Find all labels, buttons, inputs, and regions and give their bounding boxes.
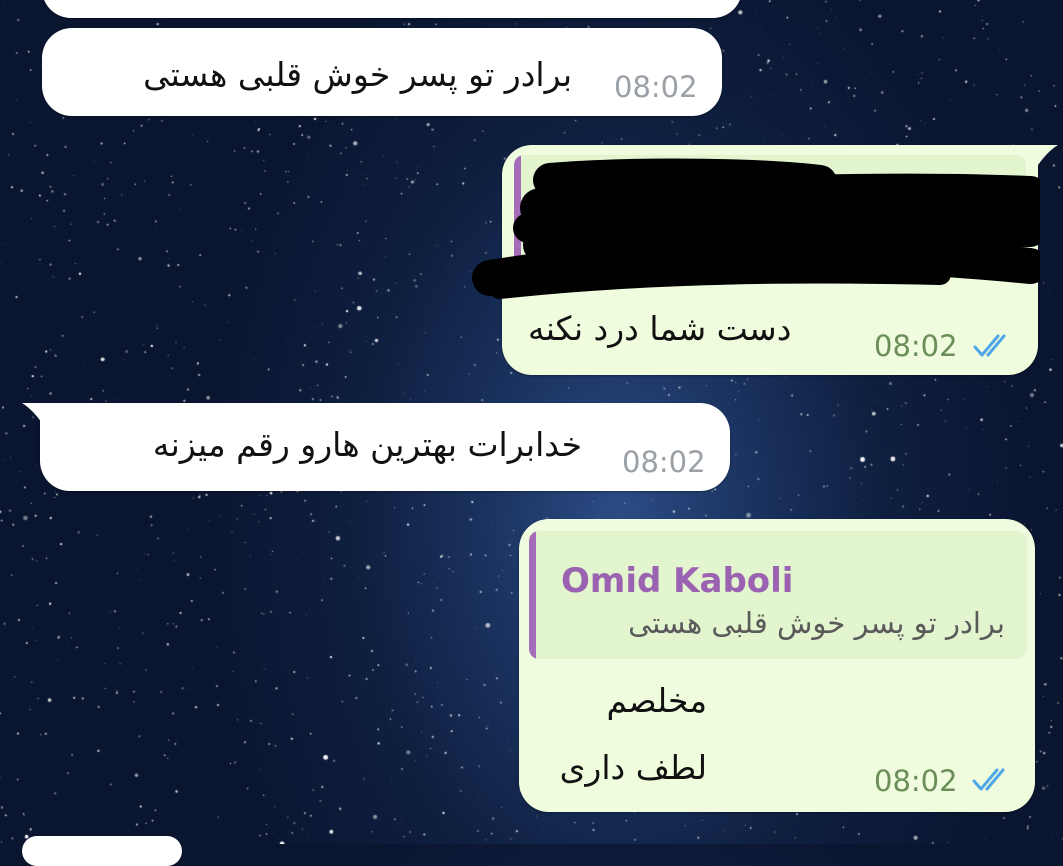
double-check-icon xyxy=(973,334,1006,357)
message-time: 08:02 xyxy=(874,329,958,363)
bubble-tail xyxy=(22,403,54,423)
double-check-icon xyxy=(972,768,1005,791)
reply-author: Omid Kaboli xyxy=(561,561,794,601)
message-text: خدابرات بهترین هارو رقم میزنه xyxy=(152,425,582,464)
message-bubble-incoming[interactable]: برادر تو پسر خوش قلبی هستی 08:02 xyxy=(42,28,722,116)
message-text: دست شما درد نکنه xyxy=(528,309,792,348)
message-bubble-partial[interactable] xyxy=(22,836,182,866)
message-time: 08:02 xyxy=(622,445,706,479)
message-text: برادر تو پسر خوش قلبی هستی xyxy=(143,55,572,94)
reply-text: برادر تو پسر خوش قلبی هستی xyxy=(628,606,1005,640)
message-bubble-incoming[interactable]: خدابرات بهترین هارو رقم میزنه 08:02 xyxy=(40,403,730,491)
message-time: 08:02 xyxy=(614,70,698,104)
reply-quote[interactable]: Omid Kaboli برادر تو پسر خوش قلبی هستی xyxy=(529,531,1027,659)
message-bubble-partial[interactable] xyxy=(42,0,742,18)
message-bubble-outgoing[interactable]: Omid Kaboli برادر تو پسر خوش قلبی هستی م… xyxy=(519,519,1035,812)
message-line: لطف داری xyxy=(559,748,707,787)
message-line: مخلصم xyxy=(606,681,707,720)
redaction-scribble xyxy=(472,158,1040,299)
reply-accent-bar xyxy=(529,531,536,659)
message-time: 08:02 xyxy=(874,764,958,798)
